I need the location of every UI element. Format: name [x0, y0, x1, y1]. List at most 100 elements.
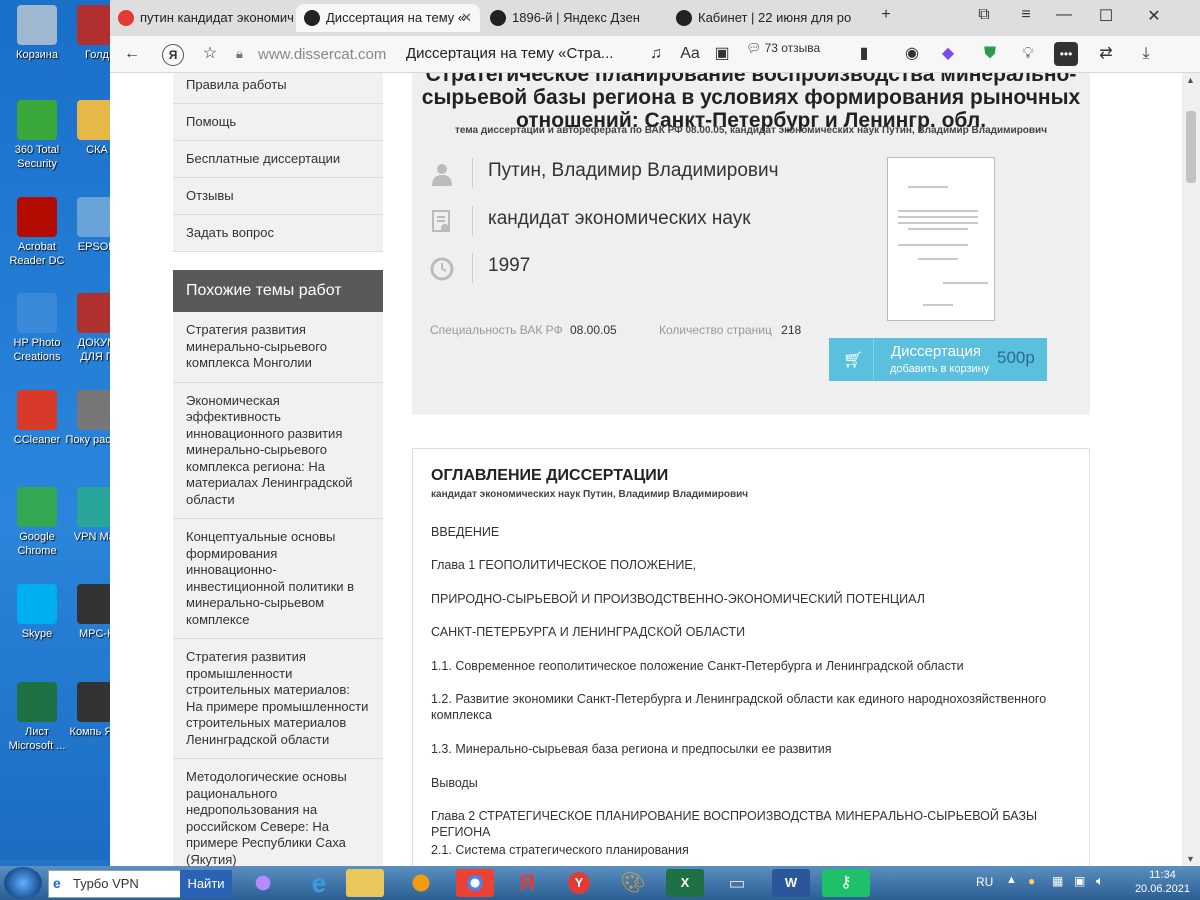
protect-icon[interactable]: ▣ [710, 42, 734, 66]
lang-indicator[interactable]: RU [976, 875, 993, 889]
toc-entry[interactable]: 1.2. Развитие экономики Санкт-Петербурга… [431, 691, 1071, 723]
tab-title: Диссертация на тему « [326, 10, 466, 25]
volume-icon[interactable]: 🔈︎ [1096, 873, 1104, 889]
word-taskbar-icon[interactable]: W [772, 869, 810, 897]
desktop-icon[interactable]: CCleaner [5, 390, 69, 447]
reviews-count: 73 отзыва [764, 41, 821, 55]
toc-entry[interactable]: САНКТ-ПЕТЕРБУРГА И ЛЕНИНГРАДСКОЙ ОБЛАСТИ [431, 624, 1071, 640]
cover-thumbnail[interactable] [887, 157, 995, 321]
browser-tab[interactable]: 1896-й | Яндекс Дзен [482, 4, 666, 32]
sidebar-menu-item[interactable]: Задать вопрос [173, 215, 383, 252]
excel-taskbar-icon[interactable]: X [666, 869, 704, 897]
star-icon[interactable]: ☆ [198, 42, 222, 66]
lightbulb-icon[interactable]: 💡︎ [1016, 42, 1040, 66]
paw-icon [304, 10, 320, 26]
reader-icon[interactable]: Aa [678, 42, 702, 66]
sidebar-menu-item[interactable]: Правила работы [173, 73, 383, 104]
back-icon[interactable]: ← [120, 42, 144, 66]
add-to-cart-button[interactable]: 🛒︎ Диссертация добавить в корзину 500р [829, 338, 1047, 381]
chrome-taskbar-icon[interactable] [456, 869, 494, 897]
search-input[interactable]: e Турбо VPN [48, 870, 182, 898]
similar-topic-link[interactable]: Стратегия развития промышленности строит… [173, 639, 383, 759]
tab-close-icon[interactable]: ✕ [461, 4, 472, 32]
new-tab-button[interactable]: + [872, 6, 900, 24]
browser-tab[interactable]: Диссертация на тему «✕ [296, 4, 480, 32]
similar-topic-link[interactable]: Стратегия развития минерально-сырьевого … [173, 312, 383, 383]
toc-entry[interactable]: Выводы [431, 775, 1071, 791]
search-value: Турбо VPN [73, 876, 139, 891]
device-icon[interactable]: ▣ [1074, 874, 1085, 888]
bookmark-icon[interactable]: ▮ [852, 42, 876, 66]
toc-entry[interactable]: 1.1. Современное геополитическое положен… [431, 658, 1071, 674]
close-button[interactable]: ✕ [1140, 6, 1168, 26]
desktop-icon-label: Лист Microsoft ... [8, 726, 66, 752]
alice-taskbar-icon[interactable] [244, 869, 282, 897]
sidebar-menu-item[interactable]: Бесплатные диссертации [173, 141, 383, 178]
pages-value: 218 [781, 323, 802, 337]
scanner-taskbar-icon[interactable]: ▭ [718, 869, 756, 897]
alice-icon[interactable]: ◆ [936, 42, 960, 66]
browser-tab[interactable]: Кабинет | 22 июня для ро [668, 4, 852, 32]
desktop-icon-label: Acrobat Reader DC [9, 241, 65, 267]
toc-entry[interactable]: 2.1. Система стратегического планировани… [431, 842, 1071, 858]
similar-topic-link[interactable]: Методологические основы рационального не… [173, 759, 383, 866]
cart-icon: 🛒︎ [843, 352, 864, 369]
yandex-button-icon[interactable]: Я [162, 44, 184, 66]
shield-icon[interactable]: ⛊ [978, 42, 1002, 66]
clock[interactable]: 11:34 20.06.2021 [1135, 868, 1190, 896]
scroll-up-icon[interactable]: ▲ [1186, 75, 1195, 85]
notifications-icon[interactable]: ≡ [1012, 6, 1040, 24]
toc-entry[interactable]: ПРИРОДНО-СЫРЬЕВОЙ И ПРОИЗВОДСТВЕННО-ЭКОН… [431, 591, 1071, 607]
download-icon[interactable]: ⤓ [1134, 42, 1158, 66]
toc-entry[interactable]: Глава 2 СТРАТЕГИЧЕСКОЕ ПЛАНИРОВАНИЕ ВОСП… [431, 808, 1071, 840]
pages-label-text: Количество страниц [659, 323, 772, 337]
start-button[interactable] [4, 867, 42, 899]
yandex-browser-taskbar-icon[interactable]: Y [560, 869, 598, 897]
reviews-badge[interactable]: 💬︎ 73 отзыва [746, 41, 820, 55]
desktop-icon[interactable]: Google Chrome [5, 487, 69, 558]
toc-entry[interactable]: ВВЕДЕНИЕ [431, 524, 1071, 540]
sidebar-menu-item[interactable]: Отзывы [173, 178, 383, 215]
tab-title: 1896-й | Яндекс Дзен [512, 10, 640, 25]
desktop-icon[interactable]: HP Photo Creations [5, 293, 69, 364]
extension-icon[interactable]: ◉ [900, 42, 924, 66]
search-button[interactable]: Найти [180, 870, 232, 898]
page-viewport: Правила работы Помощь Бесплатные диссертац… [110, 73, 1200, 866]
vpn-taskbar-icon[interactable]: ⚷ [822, 869, 870, 897]
explorer-taskbar-icon[interactable] [346, 869, 384, 897]
browser-tab[interactable]: путин кандидат экономич [110, 4, 294, 32]
scroll-down-icon[interactable]: ▼ [1186, 854, 1195, 864]
plus-shield-icon [17, 100, 57, 140]
media-taskbar-icon[interactable] [402, 869, 440, 897]
minimize-button[interactable]: — [1050, 6, 1078, 24]
ie-taskbar-icon[interactable]: e [300, 869, 338, 897]
desktop-icon[interactable]: Skype [5, 584, 69, 641]
network-icon[interactable]: ▦ [1052, 874, 1063, 888]
table-of-contents: ОГЛАВЛЕНИЕ ДИССЕРТАЦИИ кандидат экономич… [412, 448, 1090, 866]
desktop: Корзина Голд 360 Total Security СКА Acrobat … [0, 0, 128, 860]
scrollbar[interactable]: ▲ ▼ [1182, 73, 1200, 866]
tray-expand-icon[interactable]: ▲ [1006, 874, 1017, 886]
paint-taskbar-icon[interactable]: 🎨︎ [614, 869, 652, 897]
sidebar-menu-item[interactable]: Помощь [173, 104, 383, 141]
desktop-icon[interactable]: 360 Total Security [5, 100, 69, 171]
desktop-icon[interactable]: Корзина [5, 5, 69, 62]
desktop-icon[interactable]: Acrobat Reader DC [5, 197, 69, 268]
yandex-taskbar-icon[interactable]: Я [508, 869, 546, 897]
headphones-icon[interactable]: ♫ [644, 42, 668, 66]
tray-app-icon[interactable]: ● [1028, 874, 1035, 888]
maximize-button[interactable]: ☐ [1092, 6, 1120, 26]
similar-topic-link[interactable]: Концептуальные основы формирования иннов… [173, 519, 383, 639]
translate-icon[interactable]: ⇄ [1094, 42, 1118, 66]
toc-entry[interactable]: 1.3. Минерально-сырьевая база региона и … [431, 741, 1071, 757]
desktop-icon[interactable]: Лист Microsoft ... [5, 682, 69, 753]
url-field[interactable]: 🔒︎ www.dissercat.com Диссертация на тему… [230, 40, 830, 68]
scroll-thumb[interactable] [1186, 111, 1196, 183]
url-text: www.dissercat.com [258, 46, 387, 63]
menu-dots-icon[interactable]: ••• [1054, 42, 1078, 66]
collections-icon[interactable]: ⧉ [970, 6, 998, 24]
similar-topic-link[interactable]: Экономическая эффективность инновационно… [173, 382, 383, 519]
pdf-icon [17, 197, 57, 237]
pages-label: Количество страниц 218 [659, 323, 801, 337]
toc-entry[interactable]: Глава 1 ГЕОПОЛИТИЧЕСКОЕ ПОЛОЖЕНИЕ, [431, 557, 1071, 573]
